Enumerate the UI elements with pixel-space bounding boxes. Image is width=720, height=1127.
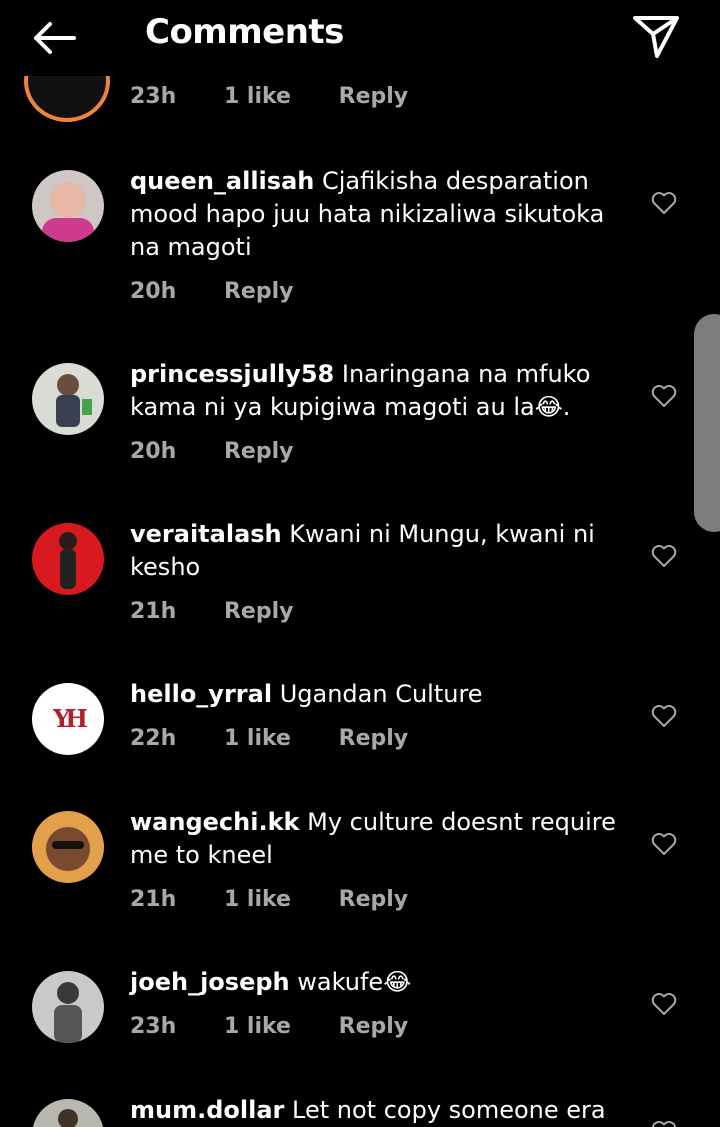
heart-icon[interactable] xyxy=(651,384,677,408)
comment-username[interactable]: joeh_joseph xyxy=(130,968,290,996)
reply-button[interactable]: Reply xyxy=(224,279,294,304)
back-button[interactable] xyxy=(26,16,82,60)
reply-button[interactable]: Reply xyxy=(339,887,409,912)
heart-icon[interactable] xyxy=(651,704,677,728)
comment-time: 21h xyxy=(130,887,177,912)
avatar-image xyxy=(32,523,104,595)
comment-meta: 22h 1 like Reply xyxy=(130,726,448,751)
comment-time: 21h xyxy=(130,599,177,624)
comment-body: queen_allisah Cjafikisha desparation moo… xyxy=(130,165,630,264)
heart-icon[interactable] xyxy=(651,544,677,568)
comment-username[interactable]: veraitalash xyxy=(130,520,282,548)
comment-username[interactable]: hello_yrral xyxy=(130,680,272,708)
comment-time: 22h xyxy=(130,726,177,751)
comment-body: wangechi.kk My culture doesnt require me… xyxy=(130,806,630,872)
comment-text: Let not copy someone era xyxy=(292,1096,606,1124)
avatar-image xyxy=(32,811,104,883)
avatar-logo: YH xyxy=(53,704,88,733)
heart-icon[interactable] xyxy=(651,992,677,1016)
reply-button[interactable]: Reply xyxy=(224,599,294,624)
comment-text: wakufe😂 xyxy=(297,968,412,996)
comment-time: 23h xyxy=(130,1014,177,1039)
top-bar: Comments xyxy=(0,0,720,76)
avatar-image xyxy=(32,363,104,435)
avatar-image xyxy=(32,170,104,242)
reply-button[interactable]: Reply xyxy=(224,439,294,464)
reply-button[interactable]: Reply xyxy=(339,726,409,751)
back-arrow-icon xyxy=(34,22,76,54)
comment-username[interactable]: wangechi.kk xyxy=(130,808,300,836)
avatar-image xyxy=(32,971,104,1043)
comment-meta: 20h Reply xyxy=(130,279,333,304)
comment-body: hello_yrral Ugandan Culture xyxy=(130,678,630,711)
reply-button[interactable]: Reply xyxy=(339,84,409,109)
comment-item: mum.dollar Let not copy someone era xyxy=(0,1094,720,1127)
comment-meta: 21h Reply xyxy=(130,599,333,624)
comment-body: joeh_joseph wakufe😂 xyxy=(130,966,630,999)
avatar[interactable] xyxy=(32,170,104,242)
share-button[interactable] xyxy=(630,12,682,60)
avatar[interactable] xyxy=(32,1099,104,1127)
avatar[interactable]: YH xyxy=(32,683,104,755)
like-count[interactable]: 1 like xyxy=(224,1014,291,1039)
like-count[interactable]: 1 like xyxy=(224,887,291,912)
page-title: Comments xyxy=(145,12,344,52)
scrollbar-thumb[interactable] xyxy=(694,314,720,532)
paper-plane-icon xyxy=(633,16,679,58)
avatar[interactable] xyxy=(32,363,104,435)
comment-body: veraitalash Kwani ni Mungu, kwani ni kes… xyxy=(130,518,630,584)
avatar[interactable] xyxy=(32,971,104,1043)
like-count[interactable]: 1 like xyxy=(224,84,291,109)
comment-body: mum.dollar Let not copy someone era xyxy=(130,1094,630,1127)
comment-time: 20h xyxy=(130,439,177,464)
avatar[interactable] xyxy=(32,523,104,595)
heart-icon[interactable] xyxy=(651,1120,677,1127)
comment-username[interactable]: mum.dollar xyxy=(130,1096,284,1124)
avatar-image xyxy=(32,1099,104,1127)
reply-button[interactable]: Reply xyxy=(339,1014,409,1039)
avatar[interactable] xyxy=(32,811,104,883)
comment-meta: 21h 1 like Reply xyxy=(130,887,448,912)
comment-meta: 23h 1 like Reply xyxy=(130,84,448,109)
heart-icon[interactable] xyxy=(651,832,677,856)
comment-username[interactable]: princessjully58 xyxy=(130,360,334,388)
comment-time: 20h xyxy=(130,279,177,304)
heart-icon[interactable] xyxy=(651,191,677,215)
comment-username[interactable]: queen_allisah xyxy=(130,167,314,195)
comment-time: 23h xyxy=(130,84,177,109)
comment-text: Ugandan Culture xyxy=(279,680,483,708)
comment-meta: 20h Reply xyxy=(130,439,333,464)
like-count[interactable]: 1 like xyxy=(224,726,291,751)
comment-body: princessjully58 Inaringana na mfuko kama… xyxy=(130,358,630,424)
comment-meta: 23h 1 like Reply xyxy=(130,1014,448,1039)
